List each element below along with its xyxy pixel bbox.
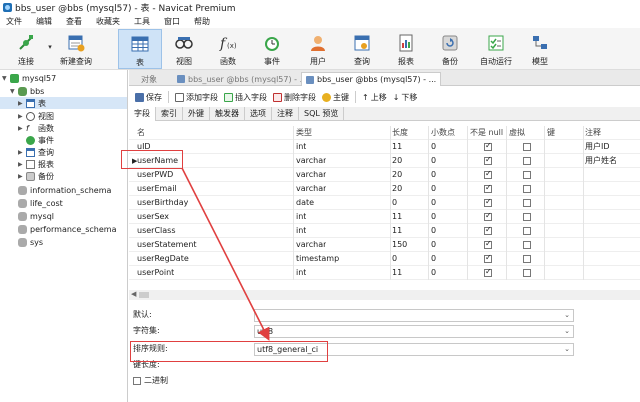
navicat-window: bbs_user @bbs (mysql57) - 表 - Navicat Pr… [0, 0, 640, 402]
annotation-arrow [181, 167, 270, 341]
